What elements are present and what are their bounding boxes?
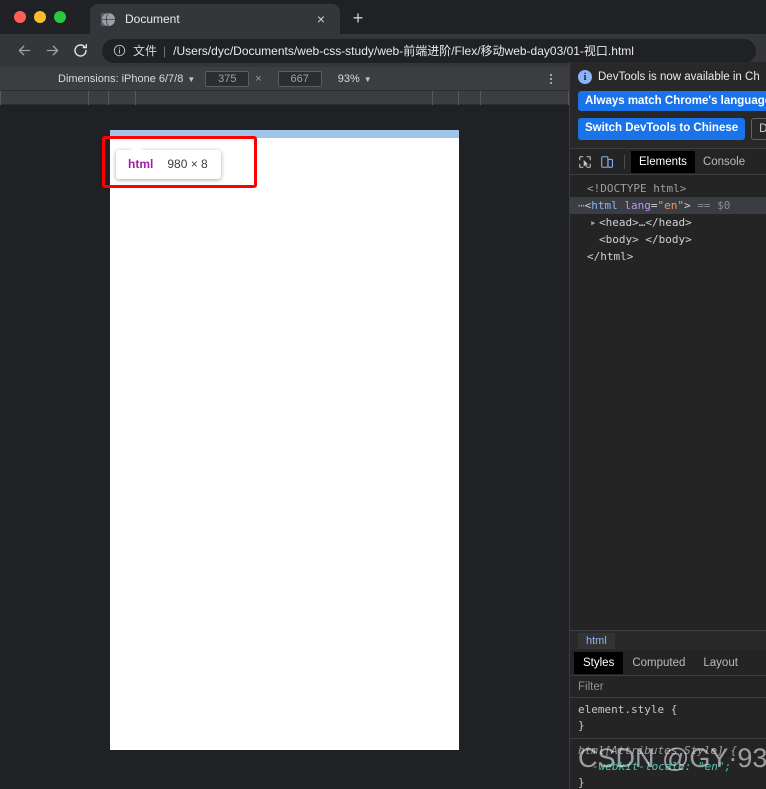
filter-placeholder: Filter	[578, 680, 604, 693]
doctype-text: <!DOCTYPE html>	[587, 182, 687, 195]
style-rule-element-style[interactable]: element.style { }	[570, 698, 766, 739]
close-window-button[interactable]	[14, 11, 26, 23]
dom-row-head[interactable]: ▸ <head>…</head>	[570, 214, 766, 231]
devtools-panel: i DevTools is now available in Ch Always…	[569, 62, 766, 789]
tab-console[interactable]: Console	[695, 151, 753, 173]
element-inspect-tooltip: html 980 × 8	[116, 144, 221, 179]
window-controls	[14, 3, 88, 31]
minimize-window-button[interactable]	[34, 11, 46, 23]
device-dimensions-label: Dimensions: iPhone 6/7/8	[58, 72, 184, 85]
device-zoom-dropdown[interactable]: 93% ▼	[338, 73, 372, 85]
site-info-icon[interactable]	[112, 44, 126, 58]
inspect-icon[interactable]	[574, 151, 596, 173]
always-match-language-button[interactable]: Always match Chrome's language	[578, 91, 766, 111]
dom-row[interactable]: <!DOCTYPE html>	[570, 180, 766, 197]
styles-pane: element.style { } html[Attributes Style]…	[570, 698, 766, 789]
tab-elements[interactable]: Elements	[631, 150, 695, 173]
chevron-down-icon: ▼	[363, 74, 372, 84]
device-page-area: html 980 × 8	[0, 105, 569, 789]
vertical-dots-icon[interactable]	[543, 71, 559, 87]
dom-row-body[interactable]: <body> </body>	[570, 231, 766, 248]
url-separator: |	[163, 43, 167, 58]
selected-node-ref: == $0	[697, 199, 731, 212]
device-zoom-label: 93%	[337, 72, 360, 85]
tooltip-tag-name: html	[128, 157, 154, 171]
dom-row-html[interactable]: ⋯<html lang="en"> == $0	[570, 197, 766, 214]
ellipsis-marker: ⋯	[578, 199, 585, 212]
tab-title: Document	[125, 12, 180, 26]
forward-icon[interactable]	[38, 37, 66, 65]
device-dimensions-dropdown[interactable]: Dimensions: iPhone 6/7/8 ▼	[58, 73, 195, 85]
url-scheme-label: 文件	[133, 44, 158, 58]
notice-text: DevTools is now available in Ch	[598, 71, 760, 83]
element-highlight-overlay	[110, 130, 459, 138]
dimension-times-symbol: ×	[255, 72, 262, 85]
chevron-right-icon[interactable]: ▸	[590, 214, 599, 231]
tab-styles[interactable]: Styles	[574, 651, 624, 674]
csdn-watermark: CSDN @GY·93	[578, 743, 766, 773]
dom-row-html-close[interactable]: </html>	[570, 248, 766, 265]
style-close-brace: }	[578, 719, 585, 732]
reload-icon[interactable]	[66, 37, 94, 65]
dom-tree: <!DOCTYPE html> ⋯<html lang="en"> == $0 …	[570, 175, 766, 630]
info-icon: i	[578, 70, 592, 84]
style-selector: element.style {	[578, 703, 678, 716]
device-toolbar-icon[interactable]	[596, 151, 618, 173]
head-node-text: <head>…</head>	[599, 216, 692, 229]
devtools-language-notice: i DevTools is now available in Ch Always…	[570, 62, 766, 149]
close-icon[interactable]: ×	[312, 10, 330, 28]
html-close-text: </html>	[587, 250, 634, 263]
address-bar[interactable]: 文件 | /Users/dyc/Documents/web-css-study/…	[102, 38, 756, 63]
tab-computed[interactable]: Computed	[623, 652, 694, 674]
browser-tab[interactable]: Document ×	[90, 4, 340, 34]
url-text: /Users/dyc/Documents/web-css-study/web-前…	[173, 44, 634, 58]
device-toolbar: Dimensions: iPhone 6/7/8 ▼ 375 × 667 93% ▼	[0, 67, 569, 91]
style-close-brace: }	[578, 776, 585, 789]
back-icon[interactable]	[10, 37, 38, 65]
html-attr-name: lang	[624, 199, 651, 212]
breadcrumb: html	[570, 630, 766, 650]
breadcrumb-item-html[interactable]: html	[578, 632, 615, 649]
html-attr-value: "en"	[657, 199, 685, 212]
maximize-window-button[interactable]	[54, 11, 66, 23]
styles-tab-bar: Styles Computed Layout	[570, 650, 766, 676]
globe-icon	[100, 11, 116, 27]
tooltip-dimensions: 980 × 8	[167, 157, 208, 171]
device-width-input[interactable]: 375	[205, 70, 250, 87]
browser-window: Document × + 文件 | /Users/dyc/Documents/w…	[0, 0, 766, 789]
devtools-tab-bar: Elements Console	[570, 149, 766, 175]
device-ruler	[0, 91, 569, 105]
dismiss-notice-button[interactable]: Do	[751, 118, 766, 140]
body-node-text: <body> </body>	[599, 233, 692, 246]
html-tag-name: html	[591, 199, 618, 212]
toolbar-divider	[624, 154, 625, 169]
new-tab-button[interactable]: +	[344, 4, 372, 32]
styles-filter-input[interactable]: Filter	[570, 676, 766, 698]
tab-layout[interactable]: Layout	[694, 652, 747, 674]
tab-strip: Document × +	[0, 0, 766, 34]
device-height-input[interactable]: 667	[277, 70, 322, 87]
switch-devtools-language-button[interactable]: Switch DevTools to Chinese	[578, 118, 746, 140]
rendered-page-viewport[interactable]: html 980 × 8	[110, 130, 459, 750]
chevron-down-icon: ▼	[187, 74, 196, 84]
